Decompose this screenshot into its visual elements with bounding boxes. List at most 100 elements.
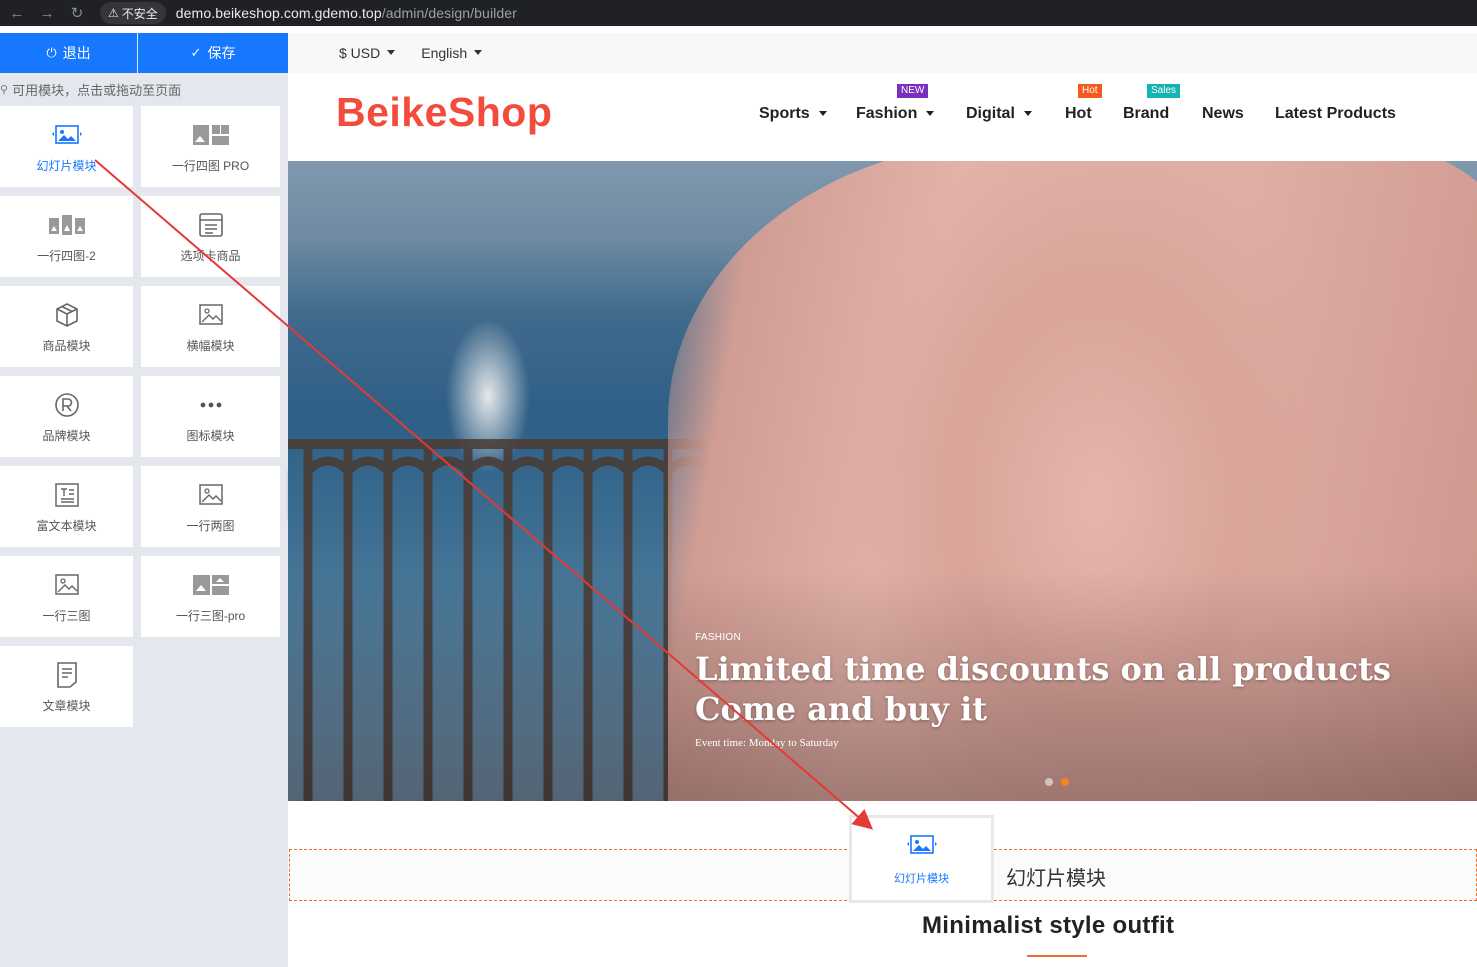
menu-item-digital[interactable]: Digital — [966, 105, 1032, 123]
section-title: Minimalist style outfit — [922, 912, 1175, 939]
module-label: 一行四图-2 — [37, 249, 96, 263]
module-tile-rich-text[interactable]: 富文本模块 — [0, 466, 133, 547]
slide-pagination — [1045, 778, 1077, 786]
menu-item-hot[interactable]: Hot Hot — [1065, 84, 1102, 123]
menu-label: Latest Products — [1275, 105, 1396, 122]
warning-icon: ⚠ — [108, 6, 119, 20]
exit-label: 退出 — [62, 45, 91, 61]
save-label: 保存 — [207, 45, 236, 61]
menu-item-fashion[interactable]: NEW Fashion — [856, 84, 935, 123]
module-tile-product[interactable]: 商品模块 — [0, 286, 133, 367]
menu-item-sports[interactable]: Sports — [759, 105, 827, 123]
forward-icon[interactable]: → — [34, 5, 60, 22]
module-label: 一行三图-pro — [175, 609, 246, 623]
reload-icon[interactable]: ↻ — [64, 4, 90, 22]
hero-slideshow[interactable]: FASHION Limited time discounts on all pr… — [288, 161, 1477, 801]
store-header: BeikeShop Sports NEW Fashion Digital Hot… — [288, 73, 1477, 161]
banner-image-icon — [197, 299, 225, 331]
dots-icon — [197, 389, 225, 421]
hero-subtitle: Event time: Monday to Saturday — [695, 737, 839, 749]
panel-hint-text: 可用模块，点击或拖动至页面 — [12, 82, 182, 98]
hero-title-line1: Limited time discounts on all products — [695, 650, 1391, 688]
back-icon[interactable]: ← — [4, 5, 30, 22]
url-field[interactable]: demo.beikeshop.com.gdemo.top/admin/desig… — [176, 5, 517, 21]
browser-address-bar: ← → ↻ ⚠ 不安全 demo.beikeshop.com.gdemo.top… — [0, 0, 1477, 26]
module-label: 文章模块 — [42, 699, 91, 713]
store-logo[interactable]: BeikeShop — [336, 89, 552, 136]
tab-products-icon — [197, 209, 225, 241]
caret-down-icon — [1023, 110, 1032, 116]
module-label: 富文本模块 — [36, 519, 97, 533]
four-images-pro-icon — [192, 119, 230, 151]
module-label: 品牌模块 — [42, 429, 91, 443]
menu-label: Brand — [1123, 105, 1170, 122]
module-tile-slideshow[interactable]: 幻灯片模块 — [0, 106, 133, 187]
url-host: demo.beikeshop.com.gdemo.top — [175, 5, 382, 21]
language-dropdown[interactable]: English — [421, 45, 483, 61]
exit-button[interactable]: ⏻ 退出 — [0, 33, 137, 73]
image-slide-icon — [905, 833, 939, 860]
drop-zone-label: 幻灯片模块 — [1006, 868, 1106, 890]
panel-hint: ⚲ 可用模块，点击或拖动至页面 — [0, 73, 288, 105]
hero-tag: FASHION — [695, 632, 741, 643]
slide-dot[interactable] — [1045, 778, 1053, 786]
security-label: 不安全 — [121, 6, 158, 21]
currency-label: $ USD — [339, 45, 381, 61]
dragging-module-tile[interactable]: 幻灯片模块 — [849, 815, 994, 903]
module-label: 横幅模块 — [186, 339, 235, 353]
menu-item-news[interactable]: News — [1202, 105, 1244, 123]
module-tile-three-images-pro[interactable]: 一行三图-pro — [141, 556, 280, 637]
caret-down-icon — [474, 49, 483, 55]
module-tile-two-images[interactable]: 一行两图 — [141, 466, 280, 547]
image-slide-icon — [50, 119, 84, 151]
store-topbar: $ USD English — [288, 33, 1477, 73]
url-path: /admin/design/builder — [381, 5, 517, 21]
menu-label: News — [1202, 105, 1244, 122]
menu-label: Sports — [759, 105, 810, 122]
module-tile-brand[interactable]: 品牌模块 — [0, 376, 133, 457]
hero-title: Limited time discounts on all products C… — [695, 649, 1391, 729]
caret-down-icon — [387, 49, 396, 55]
menu-label: Hot — [1065, 105, 1092, 122]
module-tile-banner[interactable]: 横幅模块 — [141, 286, 280, 367]
save-button[interactable]: ✓ 保存 — [138, 33, 288, 73]
module-tile-three-images[interactable]: 一行三图 — [0, 556, 133, 637]
module-tile-four-images-2[interactable]: 一行四图-2 — [0, 196, 133, 277]
module-label: 图标模块 — [186, 429, 235, 443]
dragging-module-label: 幻灯片模块 — [894, 872, 949, 885]
module-tile-article[interactable]: 文章模块 — [0, 646, 133, 727]
module-label: 一行三图 — [42, 609, 91, 623]
module-tile-four-images-pro[interactable]: 一行四图 PRO — [141, 106, 280, 187]
sales-badge: Sales — [1147, 84, 1181, 98]
power-icon: ⏻ — [46, 45, 57, 60]
module-tile-tab-products[interactable]: 选项卡商品 — [141, 196, 280, 277]
two-images-icon — [197, 479, 225, 511]
article-icon — [53, 659, 81, 691]
pin-icon: ⚲ — [0, 83, 9, 96]
currency-dropdown[interactable]: $ USD — [339, 45, 396, 61]
security-indicator[interactable]: ⚠ 不安全 — [100, 2, 166, 24]
new-badge: NEW — [897, 84, 929, 98]
module-label: 一行两图 — [186, 519, 235, 533]
menu-item-brand[interactable]: Sales Brand — [1123, 84, 1181, 123]
caret-down-icon — [926, 110, 935, 116]
hero-title-line2: Come and buy it — [695, 690, 987, 728]
check-icon: ✓ — [190, 45, 202, 60]
slide-dot-active[interactable] — [1061, 778, 1069, 786]
registered-brand-icon — [53, 389, 81, 421]
menu-label: Digital — [966, 105, 1015, 122]
three-images-icon — [53, 569, 81, 601]
rich-text-icon — [53, 479, 81, 511]
module-label: 选项卡商品 — [180, 249, 241, 263]
four-images-icon — [48, 209, 86, 241]
section-title-underline — [1027, 955, 1087, 957]
product-box-icon — [53, 299, 81, 331]
panel-actions: ⏻ 退出 ✓ 保存 — [0, 33, 288, 73]
menu-item-latest-products[interactable]: Latest Products — [1275, 105, 1396, 123]
caret-down-icon — [818, 110, 827, 116]
menu-label: Fashion — [856, 105, 918, 122]
hot-badge: Hot — [1078, 84, 1102, 98]
module-label: 一行四图 PRO — [171, 159, 250, 173]
language-label: English — [421, 45, 468, 61]
module-tile-icons[interactable]: 图标模块 — [141, 376, 280, 457]
